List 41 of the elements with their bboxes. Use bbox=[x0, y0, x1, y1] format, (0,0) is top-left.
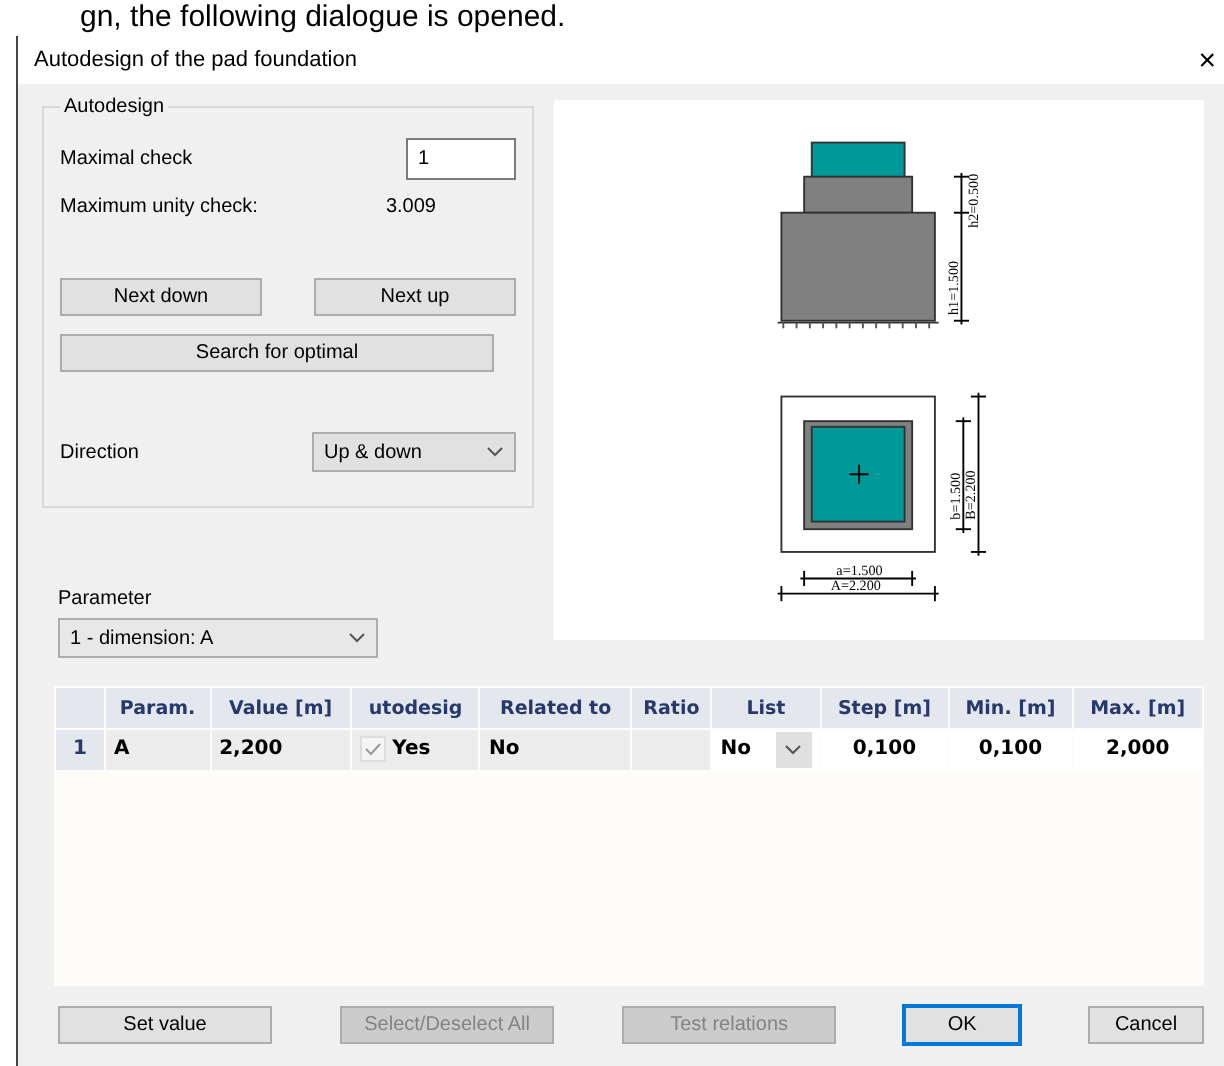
table-cell: 0,100 bbox=[821, 730, 948, 770]
parameter-label: Parameter bbox=[58, 588, 154, 610]
dialog-button[interactable]: OK bbox=[904, 1006, 1021, 1044]
dialog-button[interactable]: Cancel bbox=[1088, 1006, 1204, 1044]
table-cell: No bbox=[480, 730, 631, 770]
column-header: Value [m] bbox=[211, 688, 351, 728]
dialog-button[interactable]: Set value bbox=[58, 1006, 273, 1044]
list-dropdown[interactable]: No bbox=[712, 730, 820, 770]
caret-icon bbox=[784, 744, 803, 756]
direction-dropdown[interactable]: Up & down bbox=[312, 432, 516, 472]
column-header: Ratio bbox=[632, 688, 711, 728]
chevron-icon bbox=[348, 632, 366, 644]
row-number: 1 bbox=[56, 730, 104, 770]
next-down-button[interactable]: Next down bbox=[60, 278, 262, 316]
close-button[interactable]: × bbox=[1198, 43, 1216, 77]
field-label: Maximum unity check: bbox=[60, 196, 258, 218]
unity-check-value: 3.009 bbox=[385, 196, 436, 218]
caption-text: gn, the following dialogue is opened. bbox=[78, 0, 568, 36]
column-header: List bbox=[712, 688, 820, 728]
autodesign-checkbox[interactable]: Yes bbox=[352, 730, 479, 770]
table-cell: A bbox=[106, 730, 210, 770]
chevron-icon bbox=[486, 446, 504, 458]
column-header: utodesig bbox=[352, 688, 479, 728]
column-header: Param. bbox=[106, 688, 210, 728]
parameter-dropdown[interactable]: 1 - dimension: A bbox=[58, 618, 378, 658]
field-label: Direction bbox=[60, 441, 139, 463]
group-title: Autodesign bbox=[62, 96, 167, 118]
column-header: Related to bbox=[480, 688, 631, 728]
table-cell bbox=[632, 730, 711, 770]
column-header bbox=[56, 688, 104, 728]
search-button[interactable]: Search for optimal bbox=[60, 334, 494, 372]
column-header: Min. [m] bbox=[949, 688, 1072, 728]
table-cell: 0,100 bbox=[949, 730, 1072, 770]
field-label: Maximal check bbox=[60, 148, 193, 170]
window-title: Autodesign of the pad foundation bbox=[34, 48, 357, 72]
table-cell: 2,000 bbox=[1073, 730, 1202, 770]
column-header: Max. [m] bbox=[1073, 688, 1202, 728]
table-cell: 2,200 bbox=[211, 730, 351, 770]
maximal-check-field[interactable]: 1 bbox=[406, 138, 516, 180]
column-header: Step [m] bbox=[821, 688, 948, 728]
next-up-button[interactable]: Next up bbox=[314, 278, 516, 316]
